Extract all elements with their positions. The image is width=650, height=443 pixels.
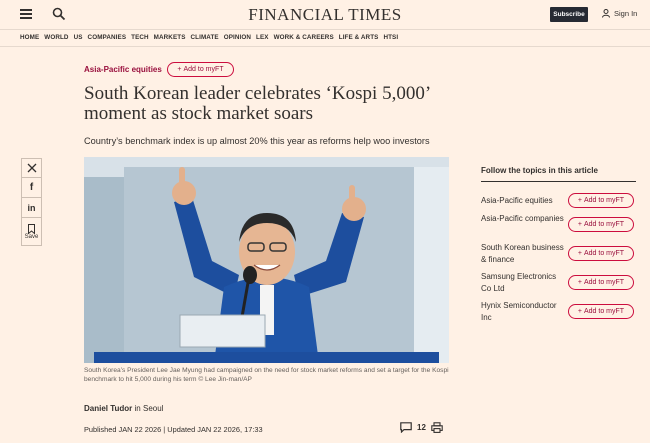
article-photo [84,157,449,363]
plus-icon: + [577,221,582,228]
add-to-myft-button[interactable]: + Add to myFT [568,304,634,319]
nav-item-tech[interactable]: TECH [131,34,149,41]
photo-scene [84,157,449,363]
x-icon [27,163,36,173]
comments-link[interactable]: 12 [400,422,443,433]
nav-item-world[interactable]: WORLD [44,34,68,41]
nav-item-companies[interactable]: COMPANIES [88,34,127,41]
nav-item-climate[interactable]: CLIMATE [191,34,219,41]
follow-topic-name[interactable]: Asia-Pacific companies [481,213,566,225]
share-x-button[interactable] [21,158,42,178]
comment-count: 12 [417,423,426,432]
linkedin-icon: in [27,202,36,213]
plus-icon: + [577,279,582,286]
nav-item-life-arts[interactable]: LIFE & ARTS [339,34,379,41]
add-to-myft-button[interactable]: + Add to myFT [568,217,634,232]
follow-topic-name[interactable]: Hynix Semiconductor Inc [481,300,566,324]
add-to-myft-label: Add to myFT [584,308,625,315]
main-nav: HOME WORLD US COMPANIES TECH MARKETS CLI… [20,34,398,41]
add-to-myft-label: Add to myFT [183,66,224,73]
subscribe-button[interactable]: Subscribe [550,7,588,22]
publish-date: Published JAN 22 2026 | Updated JAN 22 2… [84,425,263,434]
save-label: Save [24,233,39,240]
add-to-myft-button[interactable]: + Add to myFT [568,246,634,261]
add-to-myft-button[interactable]: + Add to myFT [167,62,234,77]
nav-item-markets[interactable]: MARKETS [154,34,186,41]
nav-item-home[interactable]: HOME [20,34,39,41]
facebook-icon: f [29,182,34,193]
add-to-myft-button[interactable]: + Add to myFT [568,275,634,290]
byline: Daniel Tudor in Seoul [84,404,163,413]
share-facebook-button[interactable]: f [21,178,42,198]
sign-in-label: Sign In [614,9,638,18]
article-topic-link[interactable]: Asia-Pacific equities [84,65,162,74]
divider [0,46,650,47]
article-standfirst: Country’s benchmark index is up almost 2… [84,136,430,146]
author-link[interactable]: Daniel Tudor [84,404,132,413]
share-linkedin-button[interactable]: in [21,198,42,218]
person-icon [602,9,610,18]
article-headline: South Korean leader celebrates ‘Kospi 5,… [84,83,430,124]
follow-topics-title: Follow the topics in this article [481,166,598,175]
save-button[interactable]: Save [21,218,42,246]
nav-item-lex[interactable]: LEX [256,34,269,41]
add-to-myft-label: Add to myFT [584,279,625,286]
add-to-myft-label: Add to myFT [584,250,625,257]
plus-icon: + [577,308,582,315]
comment-icon [400,422,412,433]
follow-topic-name[interactable]: Samsung Electronics Co Ltd [481,271,566,295]
header: FINANCIAL TIMES Subscribe Sign In [0,0,650,29]
location: in Seoul [134,404,164,413]
nav-item-work-careers[interactable]: WORK & CAREERS [274,34,334,41]
print-icon[interactable] [431,422,443,433]
follow-topic-name[interactable]: South Korean business & finance [481,242,566,266]
bookmark-icon [28,223,35,234]
divider [481,181,636,182]
plus-icon: + [177,66,182,73]
nav-item-us[interactable]: US [74,34,83,41]
plus-icon: + [577,250,582,257]
sign-in-link[interactable]: Sign In [602,9,637,18]
add-to-myft-label: Add to myFT [584,197,625,204]
plus-icon: + [577,197,582,204]
follow-topic-name[interactable]: Asia-Pacific equities [481,195,566,207]
photo-caption: South Korea’s President Lee Jae Myung ha… [84,367,449,383]
nav-item-htsi[interactable]: HTSI [383,34,398,41]
add-to-myft-button[interactable]: + Add to myFT [568,193,634,208]
nav-item-opinion[interactable]: OPINION [224,34,251,41]
add-to-myft-label: Add to myFT [584,221,625,228]
divider [0,29,650,30]
